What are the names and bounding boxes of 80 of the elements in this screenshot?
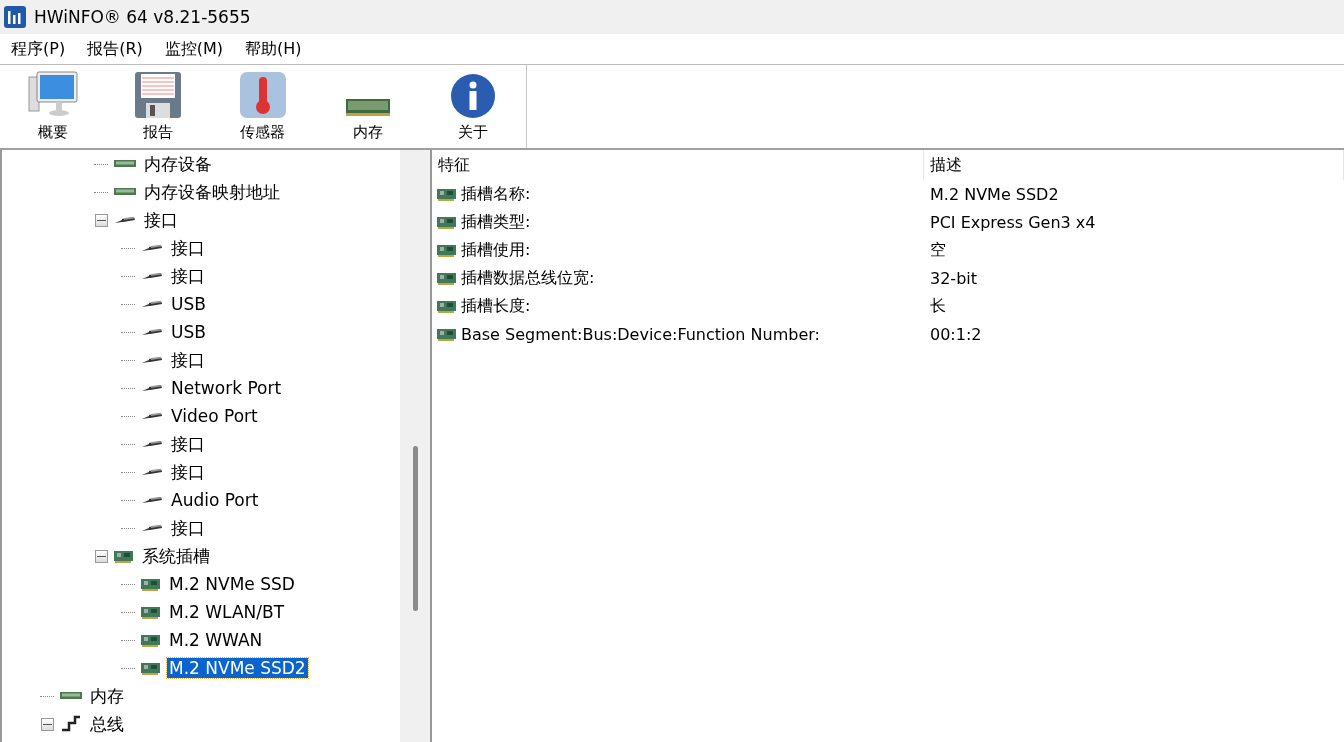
window-title: HWiNFO® 64 v8.21-5655 bbox=[34, 7, 251, 27]
tree-item[interactable]: 接口 bbox=[169, 432, 207, 456]
plug-icon bbox=[141, 271, 163, 281]
plug-icon bbox=[141, 355, 163, 365]
memory-module-icon bbox=[60, 692, 82, 700]
toolbar-button[interactable]: 概要 bbox=[0, 65, 105, 148]
feature-value: 长 bbox=[929, 295, 947, 317]
plug-icon bbox=[141, 523, 163, 533]
tree-item[interactable]: Audio Port bbox=[169, 490, 261, 510]
plug-icon bbox=[141, 243, 163, 253]
expansion-card-icon bbox=[437, 187, 457, 201]
toolbar-button[interactable]: 传感器 bbox=[210, 65, 315, 148]
feature-value: 00:1:2 bbox=[929, 324, 983, 344]
plug-icon bbox=[141, 411, 163, 421]
expansion-card-icon bbox=[141, 661, 161, 675]
tree-item[interactable]: 内存设备 bbox=[142, 152, 214, 176]
feature-value: M.2 NVMe SSD2 bbox=[929, 184, 1060, 204]
app-logo-icon bbox=[4, 6, 26, 28]
expansion-card-icon bbox=[437, 215, 457, 229]
thermometer-icon bbox=[238, 71, 287, 119]
column-header[interactable]: 特征 bbox=[432, 150, 924, 180]
menu-item[interactable]: 程序(P) bbox=[4, 38, 73, 60]
expansion-card-icon bbox=[141, 605, 161, 619]
menu-item[interactable]: 监控(M) bbox=[157, 38, 231, 60]
computer-monitor-icon bbox=[26, 69, 79, 119]
expansion-card-icon bbox=[141, 577, 161, 591]
collapse-toggle[interactable] bbox=[94, 213, 108, 227]
bus-connector-icon bbox=[60, 714, 82, 734]
tree-item[interactable]: 接口 bbox=[169, 264, 207, 288]
tree-item[interactable]: M.2 WWAN bbox=[167, 630, 265, 650]
expansion-card-icon bbox=[437, 271, 457, 285]
plug-icon bbox=[141, 299, 163, 309]
plug-icon bbox=[141, 327, 163, 337]
tree-item[interactable]: USB bbox=[169, 294, 208, 314]
plug-icon bbox=[141, 467, 163, 477]
column-header[interactable]: 描述 bbox=[924, 150, 1344, 180]
feature-label: 插槽类型: bbox=[461, 211, 531, 233]
tree-item[interactable]: M.2 NVMe SSD bbox=[167, 574, 297, 594]
expansion-card-icon bbox=[141, 633, 161, 647]
info-icon bbox=[449, 73, 496, 119]
feature-label: 插槽数据总线位宽: bbox=[461, 267, 595, 289]
memory-module-icon bbox=[114, 160, 136, 168]
plug-icon bbox=[141, 383, 163, 393]
feature-value: PCI Express Gen3 x4 bbox=[929, 212, 1097, 232]
tree-item[interactable]: 内存设备映射地址 bbox=[142, 180, 282, 204]
tree-item[interactable]: 内存 bbox=[88, 684, 126, 708]
feature-label: 插槽长度: bbox=[461, 295, 531, 317]
expansion-card-icon bbox=[114, 549, 134, 563]
tree-item[interactable]: Network Port bbox=[169, 378, 284, 398]
feature-label: 插槽名称: bbox=[461, 183, 531, 205]
feature-value: 32-bit bbox=[929, 268, 978, 288]
plug-icon bbox=[141, 439, 163, 449]
toolbar-button[interactable]: 关于 bbox=[420, 65, 525, 148]
expansion-card-icon bbox=[437, 243, 457, 257]
feature-label: 插槽使用: bbox=[461, 239, 531, 261]
expansion-card-icon bbox=[437, 327, 457, 341]
toolbar-button[interactable]: 内存 bbox=[315, 65, 420, 148]
tree-item[interactable]: 接口 bbox=[142, 208, 180, 232]
expansion-card-icon bbox=[437, 299, 457, 313]
feature-value: 空 bbox=[929, 239, 947, 261]
tree-item[interactable]: 接口 bbox=[169, 236, 207, 260]
plug-icon bbox=[114, 215, 136, 225]
tree-item[interactable]: 接口 bbox=[169, 460, 207, 484]
feature-label: Base Segment:Bus:Device:Function Number: bbox=[461, 324, 820, 344]
tree-item[interactable]: 接口 bbox=[169, 348, 207, 372]
toolbar-button[interactable]: 报告 bbox=[105, 65, 210, 148]
collapse-toggle[interactable] bbox=[94, 549, 108, 563]
tree-item[interactable]: 系统插槽 bbox=[140, 544, 212, 568]
tree-item[interactable]: M.2 NVMe SSD2 bbox=[167, 658, 308, 678]
menu-item[interactable]: 帮助(H) bbox=[238, 38, 309, 60]
tree-item[interactable]: USB bbox=[169, 322, 208, 342]
menu-item[interactable]: 报告(R) bbox=[80, 38, 150, 60]
memory-module-icon bbox=[114, 188, 136, 196]
tree-item[interactable]: 总线 bbox=[88, 712, 126, 736]
tree-item[interactable]: M.2 WLAN/BT bbox=[167, 602, 287, 622]
tree-item[interactable]: 接口 bbox=[169, 516, 207, 540]
plug-icon bbox=[141, 495, 163, 505]
collapse-toggle[interactable] bbox=[40, 717, 54, 731]
tree-item[interactable]: Video Port bbox=[169, 406, 260, 426]
scrollbar[interactable] bbox=[400, 150, 432, 742]
